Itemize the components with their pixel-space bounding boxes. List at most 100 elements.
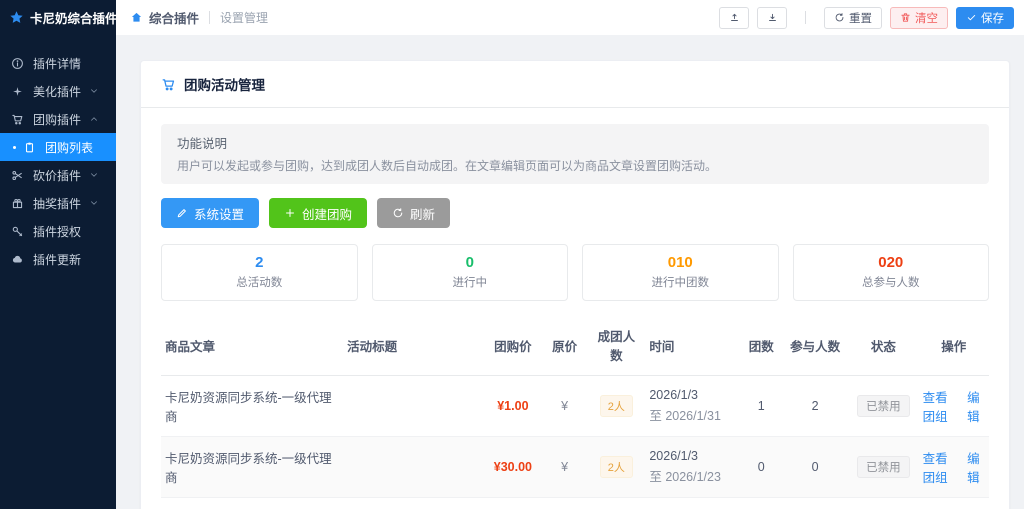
- breadcrumb-sub[interactable]: 设置管理: [220, 9, 268, 26]
- cell-price: ¥30.00: [484, 460, 542, 474]
- cell-status: 已禁用: [848, 395, 918, 417]
- upload-icon: [729, 12, 740, 23]
- edit-link[interactable]: 编辑: [967, 448, 985, 486]
- download-icon: [767, 12, 778, 23]
- status-badge: 已禁用: [857, 395, 910, 417]
- cell-members: 2人: [587, 456, 645, 478]
- col-header-time: 时间: [645, 336, 740, 355]
- refresh-label: 刷新: [410, 204, 435, 223]
- cell-groups: 1: [741, 399, 782, 413]
- app-logo: 卡尼奶综合插件: [0, 0, 116, 35]
- sidebar-item-label: 抽奖插件: [33, 195, 81, 212]
- table-header-row: 商品文章 活动标题 团购价 原价 成团人数 时间 团数 参与人数 状态 操作: [161, 315, 989, 376]
- gift-icon: [11, 197, 24, 210]
- save-button[interactable]: 保存: [956, 7, 1014, 29]
- chevron-down-icon: [89, 86, 99, 96]
- refresh-button[interactable]: 刷新: [377, 198, 450, 228]
- col-header-participants: 参与人数: [782, 336, 848, 355]
- refresh-icon: [392, 207, 404, 219]
- create-groupbuy-label: 创建团购: [302, 204, 352, 223]
- notice-title: 功能说明: [177, 133, 973, 152]
- panel-title: 团购活动管理: [184, 74, 265, 94]
- clear-button[interactable]: 清空: [890, 7, 948, 29]
- check-icon: [966, 12, 977, 23]
- cell-article: 卡尼奶资源同步系统-一级代理商: [161, 387, 343, 425]
- members-badge: 2人: [600, 456, 633, 478]
- reset-button[interactable]: 重置: [824, 7, 882, 29]
- col-header-price: 团购价: [484, 336, 542, 355]
- cell-original-price: ¥: [542, 460, 588, 474]
- sidebar: 卡尼奶综合插件 插件详情 美化插件 团购插件 团购列表 砍价插件: [0, 0, 116, 509]
- breadcrumb-main[interactable]: 综合插件: [149, 8, 199, 27]
- col-header-actions: 操作: [919, 336, 989, 355]
- chevron-down-icon: [89, 170, 99, 180]
- stat-total-activities: 2 总活动数: [161, 244, 358, 301]
- trash-icon: [900, 12, 911, 23]
- stat-value: 2: [162, 254, 357, 271]
- cell-original-price: ¥: [542, 399, 588, 413]
- main-content: 团购活动管理 功能说明 用户可以发起或参与团购，达到成团人数后自动成团。在文章编…: [116, 35, 1024, 509]
- sidebar-item-plugin-update[interactable]: 插件更新: [0, 245, 116, 273]
- sidebar-item-plugin-license[interactable]: 插件授权: [0, 217, 116, 245]
- cart-icon: [11, 113, 24, 126]
- sidebar-item-lottery-plugin[interactable]: 抽奖插件: [0, 189, 116, 217]
- plus-icon: [284, 207, 296, 219]
- active-bullet: [13, 146, 16, 149]
- import-button[interactable]: [757, 7, 787, 29]
- stat-active-groups: 010 进行中团数: [582, 244, 779, 301]
- sidebar-item-bargain-plugin[interactable]: 砍价插件: [0, 161, 116, 189]
- col-header-article: 商品文章: [161, 336, 343, 355]
- sidebar-menu: 插件详情 美化插件 团购插件 团购列表 砍价插件 抽奖插件: [0, 35, 116, 273]
- cell-actions: 查看团组 编辑: [919, 387, 989, 425]
- cell-members: 2人: [587, 395, 645, 417]
- sidebar-item-label: 团购列表: [45, 139, 93, 156]
- sidebar-item-label: 插件授权: [33, 223, 81, 240]
- cell-status: 已禁用: [848, 456, 918, 478]
- cell-actions: 查看团组 编辑: [919, 448, 989, 486]
- stat-in-progress: 0 进行中: [372, 244, 569, 301]
- view-groups-link[interactable]: 查看团组: [923, 387, 959, 425]
- app-title: 卡尼奶综合插件: [30, 8, 118, 27]
- date-start: 2026/1/3: [649, 388, 736, 402]
- cell-participants: 0: [782, 460, 848, 474]
- col-header-status: 状态: [848, 336, 918, 355]
- pencil-icon: [176, 207, 188, 219]
- home-icon: [130, 11, 143, 24]
- sidebar-item-plugin-details[interactable]: 插件详情: [0, 49, 116, 77]
- stat-label: 总活动数: [162, 274, 357, 290]
- system-settings-button[interactable]: 系统设置: [161, 198, 259, 228]
- create-groupbuy-button[interactable]: 创建团购: [269, 198, 367, 228]
- scissors-icon: [11, 169, 24, 182]
- sidebar-item-groupbuy-list[interactable]: 团购列表: [0, 133, 116, 161]
- sidebar-item-label: 插件更新: [33, 251, 81, 268]
- cart-icon: [161, 77, 176, 92]
- cell-groups: 0: [741, 460, 782, 474]
- notice-description: 用户可以发起或参与团购，达到成团人数后自动成团。在文章编辑页面可以为商品文章设置…: [177, 157, 973, 174]
- col-header-members: 成团人数: [587, 326, 645, 364]
- table-row: 卡尼奶资源同步系统-一级代理商 ¥30.00 ¥ 2人 2026/1/3 至 2…: [161, 437, 989, 498]
- col-header-original-price: 原价: [542, 336, 588, 355]
- edit-link[interactable]: 编辑: [967, 387, 985, 425]
- cell-article: 卡尼奶资源同步系统-一级代理商: [161, 448, 343, 486]
- breadcrumb-divider: [209, 11, 210, 24]
- stats-row: 2 总活动数 0 进行中 010 进行中团数 020 总参与人数: [161, 244, 989, 301]
- cell-time: 2026/1/3 至 2026/1/31: [645, 388, 740, 424]
- sidebar-item-label: 团购插件: [33, 111, 81, 128]
- groupbuy-table: 商品文章 活动标题 团购价 原价 成团人数 时间 团数 参与人数 状态 操作 卡…: [161, 315, 989, 498]
- stat-label: 进行中团数: [583, 274, 778, 290]
- export-button[interactable]: [719, 7, 749, 29]
- cloud-icon: [11, 253, 24, 266]
- stat-value: 010: [583, 254, 778, 271]
- sidebar-item-beautify-plugin[interactable]: 美化插件: [0, 77, 116, 105]
- cell-price: ¥1.00: [484, 399, 542, 413]
- sidebar-item-groupbuy-plugin[interactable]: 团购插件: [0, 105, 116, 133]
- sidebar-item-label: 插件详情: [33, 55, 81, 72]
- header-actions: 重置 清空 保存: [719, 7, 1014, 29]
- sidebar-item-label: 美化插件: [33, 83, 81, 100]
- cell-time: 2026/1/3 至 2026/1/23: [645, 449, 740, 485]
- view-groups-link[interactable]: 查看团组: [923, 448, 959, 486]
- star-icon: [9, 10, 24, 25]
- stat-total-participants: 020 总参与人数: [793, 244, 990, 301]
- date-end: 至 2026/1/23: [649, 466, 736, 485]
- groupbuy-panel: 团购活动管理 功能说明 用户可以发起或参与团购，达到成团人数后自动成团。在文章编…: [140, 60, 1010, 509]
